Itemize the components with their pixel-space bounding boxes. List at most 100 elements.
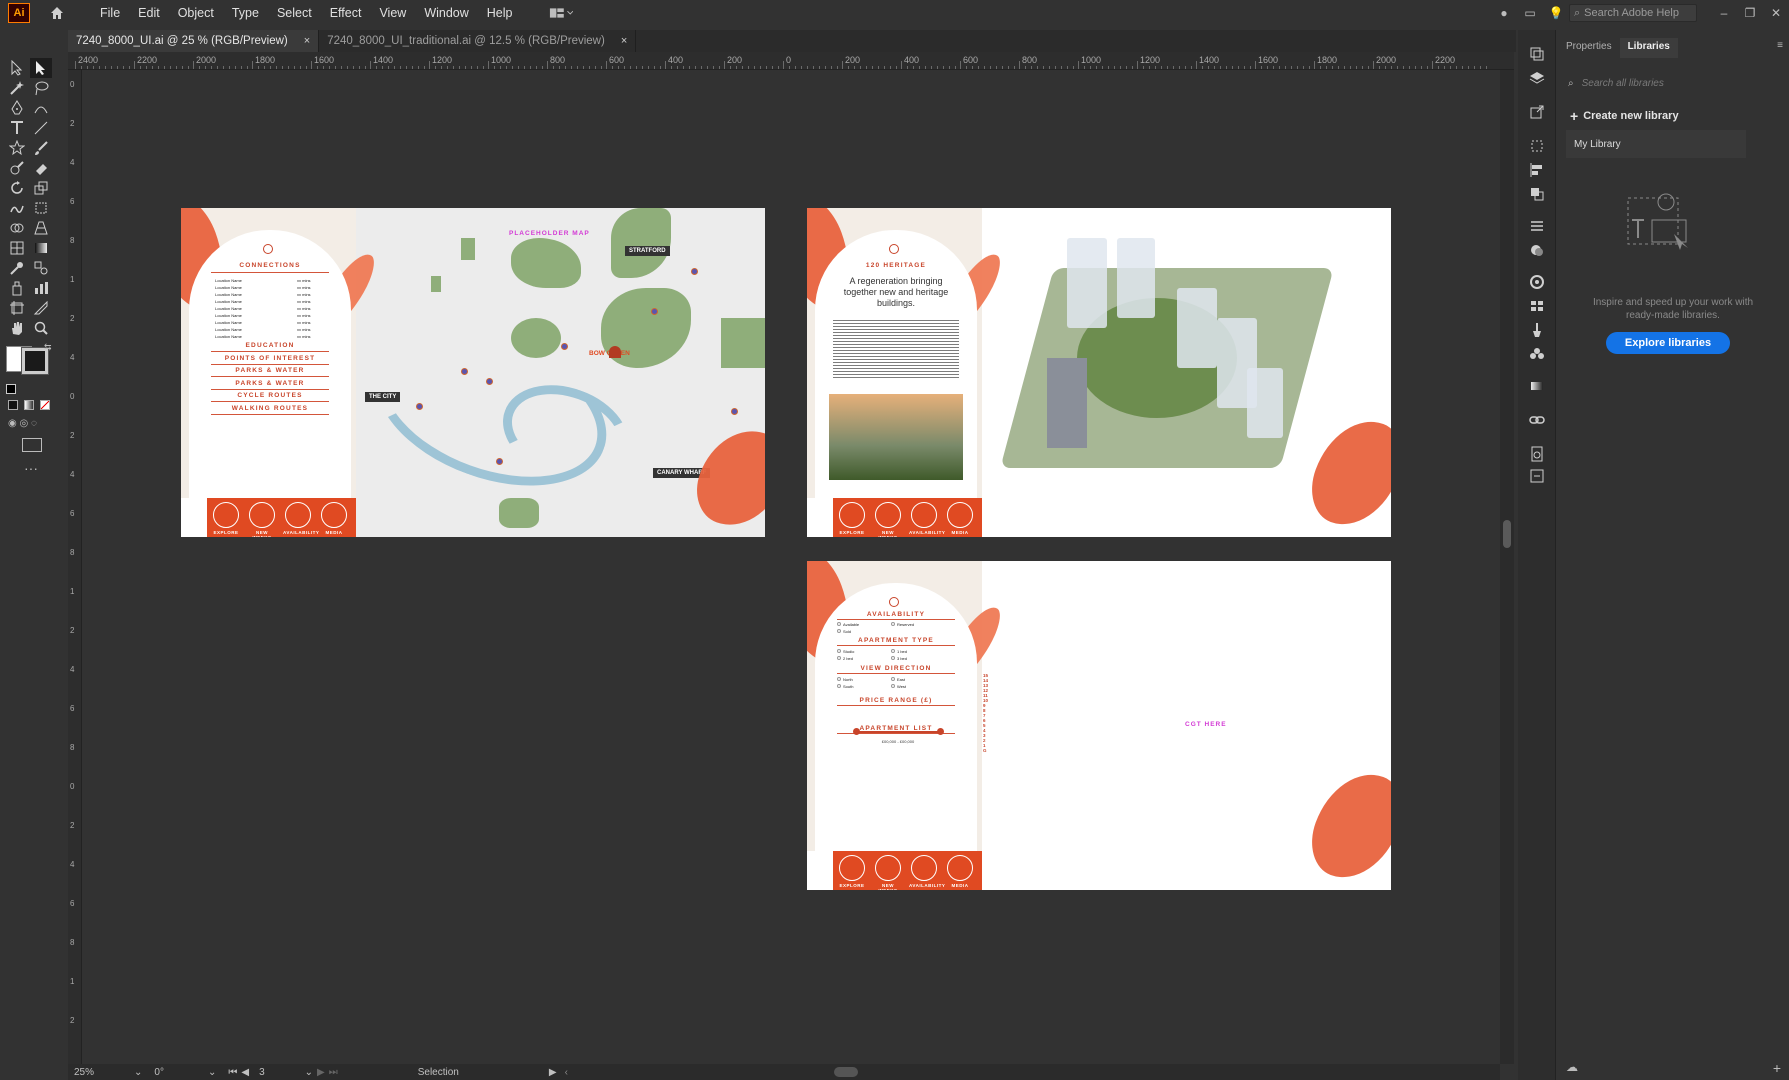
filter-menu-item[interactable]: POINTS OF INTEREST <box>189 355 351 362</box>
footer-nav-icon[interactable] <box>875 855 901 881</box>
radio-option[interactable] <box>891 684 895 688</box>
curvature-tool-icon[interactable] <box>30 98 52 118</box>
menu-window[interactable]: Window <box>424 6 468 20</box>
filter-menu-item[interactable]: CYCLE ROUTES <box>189 392 351 399</box>
panel-layout-icon[interactable]: ▭ <box>1517 6 1543 20</box>
add-element-icon[interactable]: + <box>1773 1060 1781 1076</box>
zoom-level-field[interactable]: 25% ⌄ <box>74 1067 142 1078</box>
filter-menu-item[interactable]: PARKS & WATER <box>189 367 351 374</box>
artboard-navigation[interactable]: ⏮ ◀ 3 ⌄ ▶ ⏭ <box>228 1067 337 1078</box>
appearance-panel-icon[interactable] <box>1527 240 1547 260</box>
explore-libraries-button[interactable]: Explore libraries <box>1606 332 1730 354</box>
swatches-panel-icon[interactable] <box>1527 296 1547 316</box>
artboard-tool-icon[interactable] <box>6 298 28 318</box>
swap-colors-icon[interactable]: ⇆ <box>44 342 52 353</box>
artboard-heritage[interactable]: 120 HERITAGE A regeneration bringing tog… <box>807 208 1391 537</box>
filter-menu-item[interactable]: EDUCATION <box>189 342 351 349</box>
direct-selection-tool-icon[interactable] <box>30 58 52 78</box>
next-artboard-icon[interactable]: ▶ <box>317 1067 325 1078</box>
minimize-button[interactable]: – <box>1711 6 1737 20</box>
maximize-button[interactable]: ❐ <box>1737 6 1763 20</box>
symbol-sprayer-tool-icon[interactable] <box>6 278 28 298</box>
radio-option[interactable] <box>837 649 841 653</box>
rotate-tool-icon[interactable] <box>6 178 28 198</box>
radio-option[interactable] <box>891 656 895 660</box>
warp-tool-icon[interactable] <box>6 198 28 218</box>
line-tool-icon[interactable] <box>30 118 52 138</box>
radio-option[interactable] <box>837 629 841 633</box>
radio-option[interactable] <box>837 677 841 681</box>
brushes-panel-icon[interactable] <box>1527 320 1547 340</box>
menu-help[interactable]: Help <box>487 6 513 20</box>
status-menu-arrow-icon[interactable]: ▶ <box>549 1067 557 1078</box>
radio-option[interactable] <box>837 656 841 660</box>
none-color-icon[interactable] <box>40 400 50 410</box>
panel-menu-icon[interactable]: ≡ <box>1777 40 1783 51</box>
shaper-tool-icon[interactable] <box>6 158 28 178</box>
stroke-panel-icon[interactable] <box>1527 216 1547 236</box>
footer-nav-icon[interactable] <box>911 502 937 528</box>
artboard-map[interactable]: PLACEHOLDER MAP STRATFORD THE CITY CANAR… <box>181 208 765 537</box>
column-graph-tool-icon[interactable] <box>30 278 52 298</box>
radio-option[interactable] <box>837 684 841 688</box>
user-account-icon[interactable]: ● <box>1491 6 1517 20</box>
artboard-availability[interactable]: AVAILABILITY APARTMENT TYPE VIEW DIRECTION… <box>807 561 1391 890</box>
screen-mode-icon[interactable] <box>22 438 42 452</box>
layers-panel-icon[interactable] <box>1527 68 1547 88</box>
draw-mode-icons[interactable]: ◉ ◎ ◌ <box>8 418 37 429</box>
menu-edit[interactable]: Edit <box>138 6 160 20</box>
hand-tool-icon[interactable] <box>6 318 28 338</box>
canvas[interactable]: PLACEHOLDER MAP STRATFORD THE CITY CANAR… <box>83 70 1500 1064</box>
transform-panel-icon[interactable] <box>1527 136 1547 156</box>
horizontal-scroll-thumb[interactable] <box>833 1067 858 1077</box>
default-colors-icon[interactable] <box>6 384 16 394</box>
gradient-panel-icon[interactable] <box>1527 376 1547 396</box>
type-tool-icon[interactable] <box>6 118 28 138</box>
paintbrush-tool-icon[interactable] <box>30 138 52 158</box>
my-library-item[interactable]: My Library <box>1566 130 1746 158</box>
pen-tool-icon[interactable] <box>6 98 28 118</box>
scale-tool-icon[interactable] <box>30 178 52 198</box>
lightbulb-icon[interactable]: 💡 <box>1543 6 1569 20</box>
footer-nav-icon[interactable] <box>321 502 347 528</box>
footer-nav-icon[interactable] <box>249 502 275 528</box>
first-artboard-icon[interactable]: ⏮ <box>228 1067 237 1078</box>
free-transform-tool-icon[interactable] <box>30 198 52 218</box>
menu-file[interactable]: File <box>100 6 120 20</box>
star-tool-icon[interactable] <box>6 138 28 158</box>
help-search-input[interactable]: ⌕ Search Adobe Help <box>1569 4 1697 22</box>
price-slider-max-handle[interactable] <box>937 728 944 735</box>
scrollbar-thumb[interactable] <box>1503 520 1511 548</box>
links-panel-icon[interactable] <box>1527 410 1547 430</box>
menu-select[interactable]: Select <box>277 6 312 20</box>
selection-tool-icon[interactable] <box>6 58 28 78</box>
create-library-button[interactable]: + Create new library <box>1570 108 1679 124</box>
tab-document-traditional[interactable]: 7240_8000_UI_traditional.ai @ 12.5 % (RG… <box>319 30 637 52</box>
color-panel-icon[interactable] <box>1527 272 1547 292</box>
last-artboard-icon[interactable]: ⏭ <box>329 1067 338 1078</box>
footer-nav-icon[interactable] <box>213 502 239 528</box>
pathfinder-panel-icon[interactable] <box>1527 184 1547 204</box>
magic-wand-tool-icon[interactable] <box>6 78 28 98</box>
menu-type[interactable]: Type <box>232 6 259 20</box>
perspective-grid-tool-icon[interactable] <box>30 218 52 238</box>
asset-export-icon[interactable] <box>1527 466 1547 486</box>
footer-nav-icon[interactable] <box>875 502 901 528</box>
tab-document-ui[interactable]: 7240_8000_UI.ai @ 25 % (RGB/Preview) × <box>68 30 320 52</box>
home-icon[interactable] <box>48 4 66 22</box>
radio-option[interactable] <box>891 677 895 681</box>
edit-toolbar-icon[interactable]: ··· <box>24 460 38 476</box>
export-icon[interactable] <box>1527 102 1547 122</box>
canvas-vertical-scrollbar[interactable] <box>1500 70 1514 1064</box>
mesh-tool-icon[interactable] <box>6 238 28 258</box>
zoom-tool-icon[interactable] <box>30 318 52 338</box>
tab-properties[interactable]: Properties <box>1558 38 1620 58</box>
cloud-icon[interactable]: ☁ <box>1566 1060 1578 1074</box>
arrange-documents-icon[interactable] <box>549 5 573 21</box>
footer-nav-icon[interactable] <box>285 502 311 528</box>
gradient-mode-icon[interactable] <box>24 400 34 410</box>
footer-nav-icon[interactable] <box>947 502 973 528</box>
slice-tool-icon[interactable] <box>30 298 52 318</box>
radio-option[interactable] <box>891 649 895 653</box>
radio-option[interactable] <box>837 622 841 626</box>
